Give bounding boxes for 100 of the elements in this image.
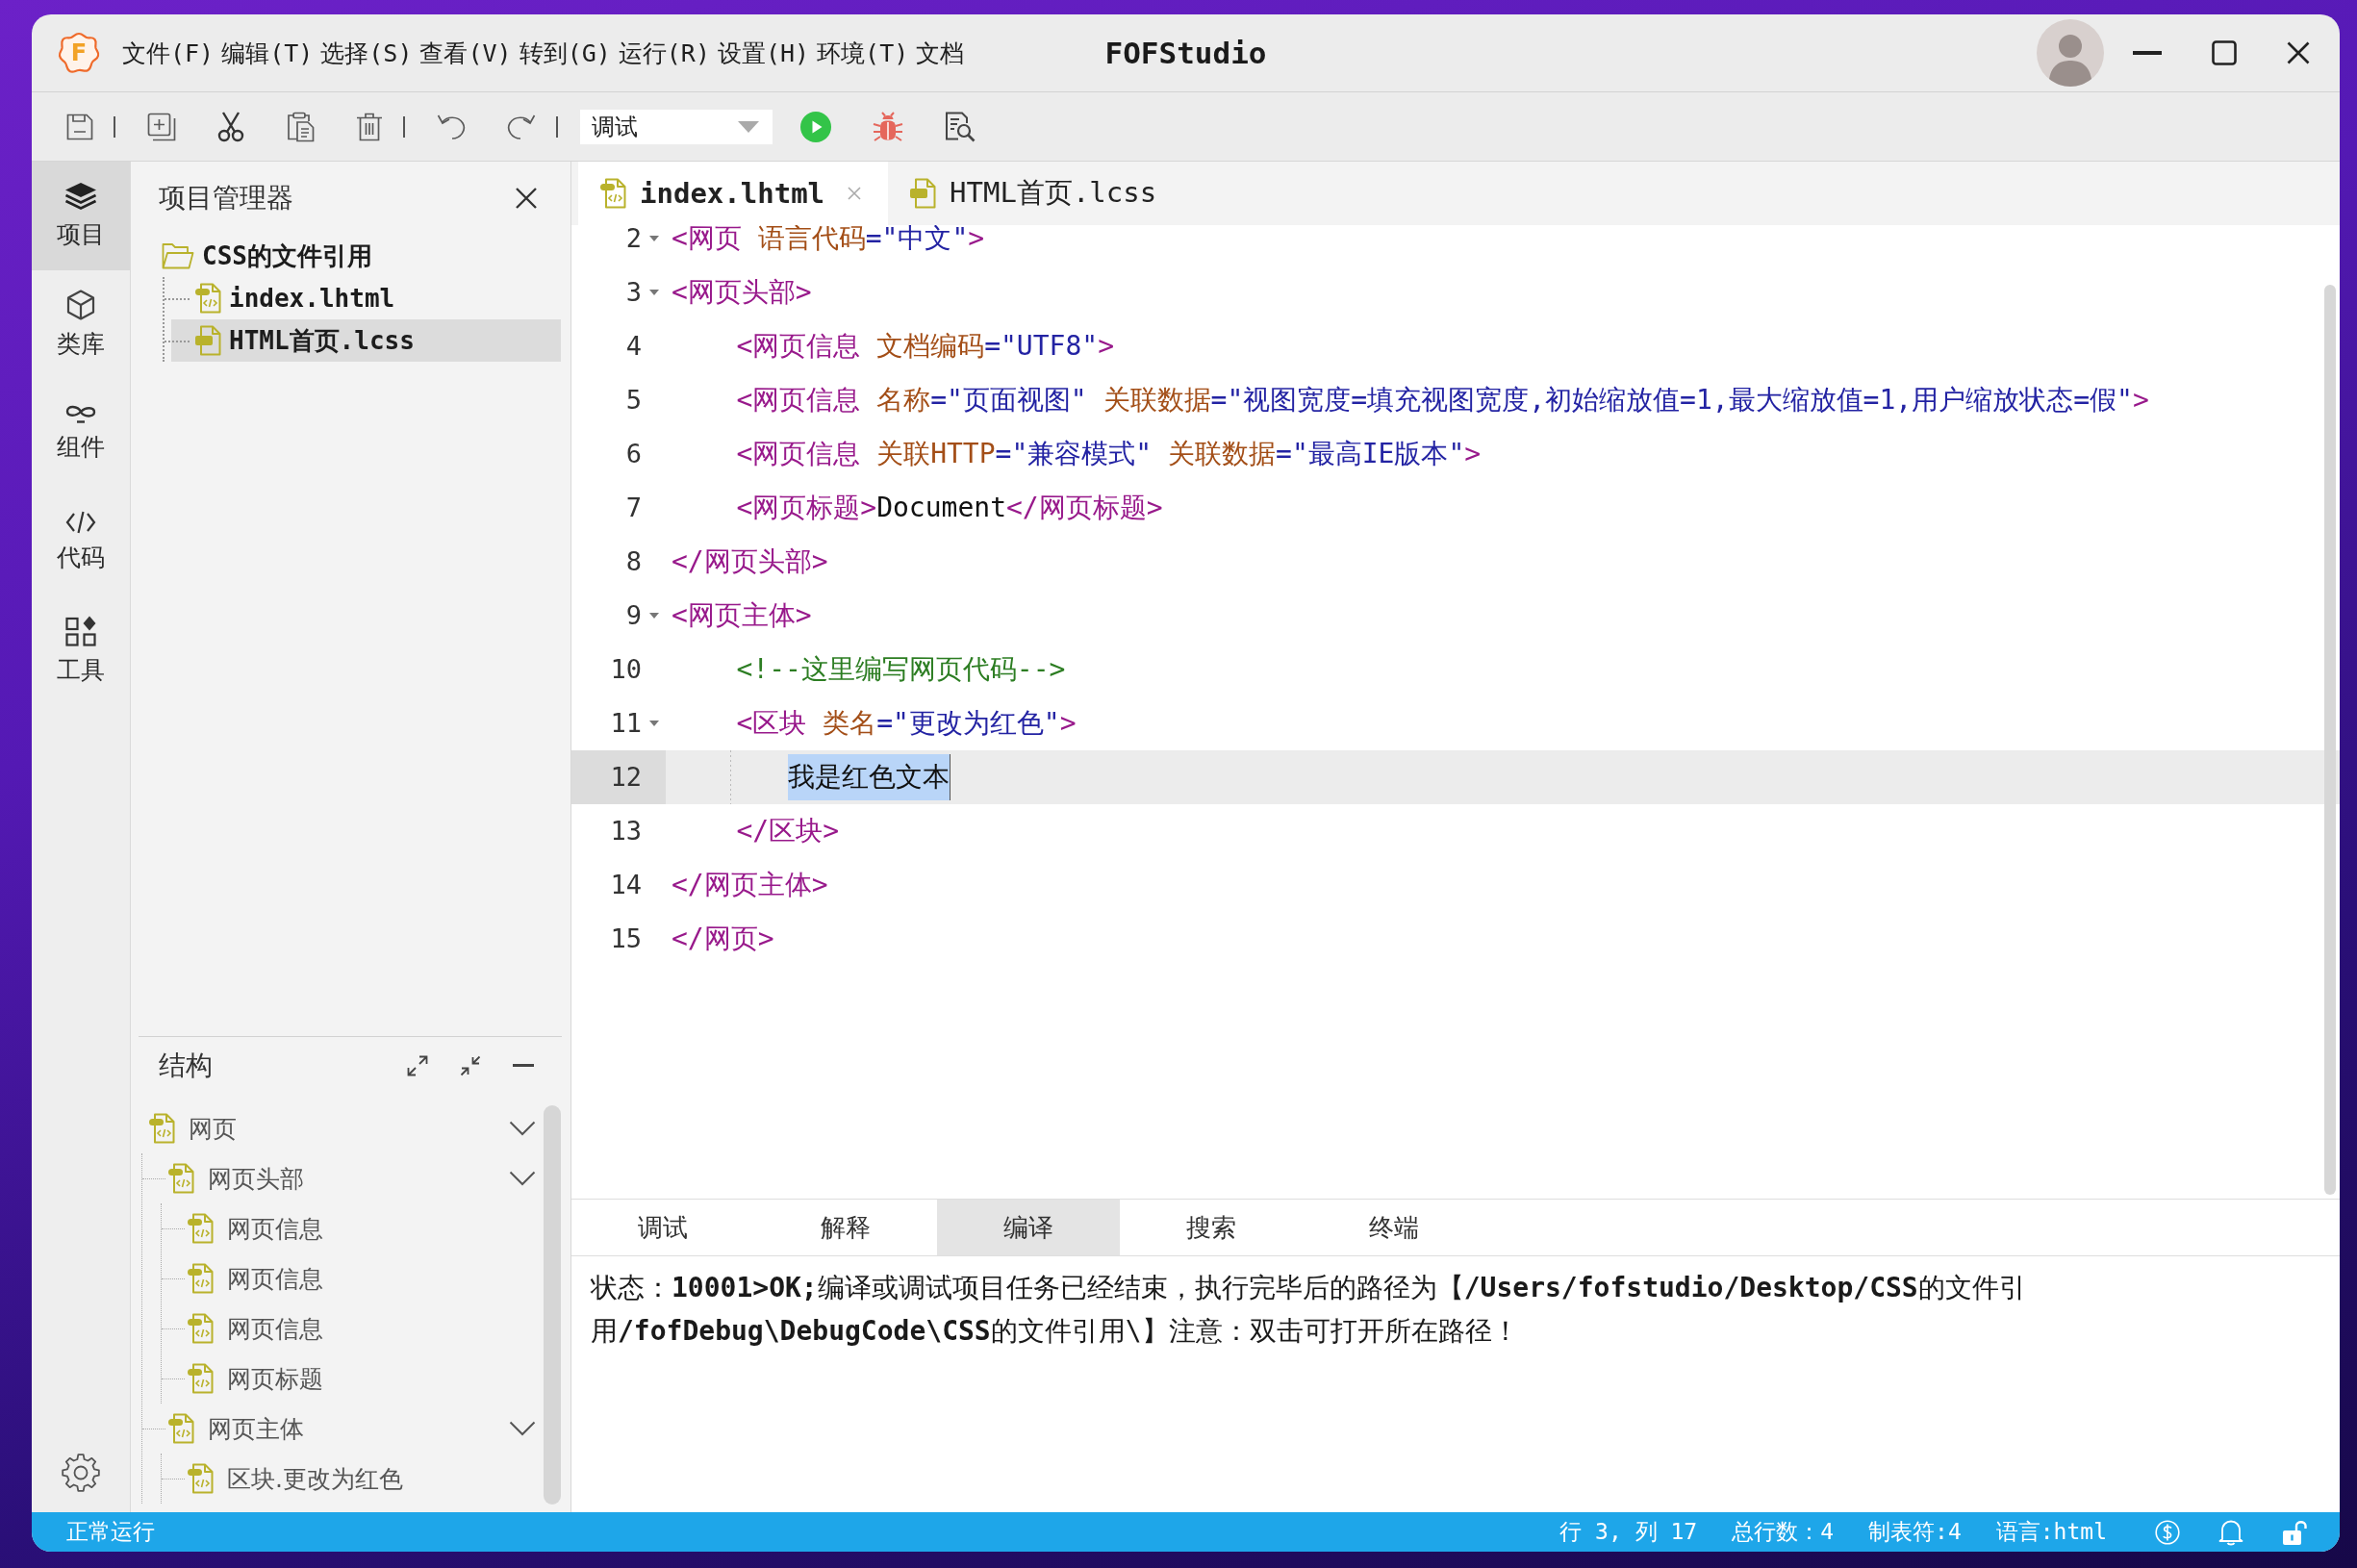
scissors-icon[interactable] [217, 111, 244, 142]
run-mode-dropdown[interactable]: 调试 [580, 109, 773, 144]
menu-item[interactable]: 文档 [916, 37, 965, 69]
menu-item[interactable]: 转到(G) [519, 37, 611, 69]
line-number: 7 [624, 492, 643, 524]
menu-item[interactable]: 环境(T) [817, 37, 909, 69]
caret-icon [738, 120, 759, 133]
code-file-icon [187, 1263, 214, 1294]
tree-item[interactable]: CSS的文件引用 [162, 235, 561, 277]
output-message: 状态：10001>OK;编译或调试项目任务已经结束，执行完毕后的路径为【/Users/fofstudio/Desktop/CSS的文件引用/fofDebug\DebugCode\CSS的文件引用\】注意：双击可打开所在路径！ [591, 1271, 2027, 1349]
editor-tab[interactable]: index.lhtml [578, 162, 889, 225]
code-file-icon [187, 1363, 214, 1394]
panel-title: 结构 [159, 1048, 213, 1083]
line-number: 11 [609, 707, 642, 740]
code-file-icon [187, 1463, 214, 1494]
line-number: 15 [609, 923, 643, 955]
scrollbar-thumb[interactable] [544, 1105, 561, 1505]
window-title: FOFStudio [1104, 36, 1267, 70]
line-number: 4 [624, 330, 643, 363]
chevron-down-icon[interactable] [509, 1171, 536, 1186]
sidebar-tab[interactable]: 组件 [32, 379, 130, 488]
code-line: <网页主体> [671, 598, 813, 633]
code-line: <网页头部> [671, 275, 813, 310]
menu-item[interactable]: 选择(S) [320, 37, 413, 69]
chevron-down-icon[interactable] [509, 1121, 536, 1136]
code-line: <网页 语言代码="中文"> [671, 225, 986, 256]
status-text: 语言:html [1995, 1518, 2107, 1546]
line-number: 9 [624, 599, 642, 632]
menu-item[interactable]: 编辑(T) [221, 37, 314, 69]
code-file-icon [187, 1213, 214, 1244]
sidebar-tab[interactable]: 类库 [32, 270, 130, 379]
avatar[interactable] [2037, 19, 2104, 87]
bell-icon[interactable] [2218, 1518, 2243, 1546]
menu-item[interactable]: 设置(H) [717, 37, 810, 69]
fold-arrow-icon[interactable] [648, 290, 659, 295]
layers-icon [64, 182, 97, 211]
line-number: 3 [624, 276, 642, 309]
panel-tab[interactable]: 调试 [571, 1200, 754, 1255]
line-number: 14 [609, 869, 643, 901]
close-icon[interactable] [2287, 41, 2310, 64]
save-icon[interactable] [66, 113, 93, 140]
close-icon[interactable] [516, 188, 537, 209]
code-file-icon [167, 1163, 194, 1194]
status-text: 总行数：4 [1732, 1518, 1835, 1546]
code-file-icon [187, 1313, 214, 1344]
unlock-icon[interactable] [2282, 1518, 2307, 1546]
menu-item[interactable]: 文件(F) [122, 37, 215, 69]
panel-tab[interactable]: 搜索 [1120, 1200, 1303, 1255]
fold-arrow-icon[interactable] [648, 236, 659, 241]
fold-arrow-icon[interactable] [648, 613, 659, 619]
sidebar-tab[interactable]: 项目 [32, 162, 130, 270]
chevron-down-icon[interactable] [509, 1421, 536, 1436]
status-text: 制表符:4 [1868, 1518, 1962, 1546]
line-number: 5 [624, 384, 643, 417]
settings-icon[interactable] [62, 1454, 100, 1492]
expand-icon[interactable] [407, 1054, 428, 1076]
tree-item[interactable]: 网页 [132, 1103, 536, 1153]
fold-arrow-icon[interactable] [648, 721, 659, 726]
undo-icon[interactable] [437, 113, 466, 140]
redo-icon[interactable] [507, 113, 536, 140]
code-line: </网页主体> [671, 868, 829, 902]
scrollbar-thumb[interactable] [2324, 285, 2336, 1195]
bug-icon[interactable] [873, 111, 903, 142]
panel-tab[interactable]: 终端 [1303, 1200, 1485, 1255]
code-file-icon [167, 1413, 194, 1444]
code-line: <网页信息 关联HTTP="兼容模式" 关联数据="最高IE版本"> [735, 437, 1483, 471]
menu-item[interactable]: 运行(R) [618, 37, 710, 69]
line-number: 10 [609, 653, 643, 686]
code-file-icon [148, 1113, 175, 1144]
line-number: 8 [624, 545, 643, 578]
trash-icon[interactable] [356, 112, 383, 141]
code-line: <!--这里编写网页代码--> [735, 652, 1067, 687]
code-file-icon [194, 283, 221, 314]
sidebar-tab[interactable]: 代码 [32, 488, 130, 596]
status-text: 行 3, 列 17 [1559, 1518, 1698, 1546]
code-line: <区块 类名="更改为红色"> [735, 706, 1077, 741]
line-number: 6 [624, 438, 643, 470]
code-line: <网页信息 名称="页面视图" 关联数据="视图宽度=填充视图宽度,初始缩放值=1,最大缩放值=1,用户缩放状态=假"> [735, 383, 2150, 417]
editor-tab[interactable]: HTML首页.lcss [888, 162, 1184, 225]
sidebar-tab[interactable]: 工具 [32, 596, 130, 705]
document-search-icon[interactable] [945, 111, 976, 142]
infinity-icon [65, 404, 96, 423]
add-copy-icon[interactable] [147, 112, 176, 141]
menu-item[interactable]: 查看(V) [419, 37, 512, 69]
clipboard-icon[interactable] [286, 111, 315, 142]
app-logo: F [58, 32, 100, 74]
line-number: 12 [571, 750, 666, 804]
panel-title: 项目管理器 [159, 181, 293, 215]
tools-grid-icon [65, 616, 96, 646]
code-line: </区块> [735, 814, 840, 848]
dollar-icon[interactable] [2155, 1519, 2180, 1545]
code-file-icon [599, 178, 626, 209]
panel-tab[interactable]: 编译 [937, 1200, 1120, 1255]
status-text: 正常运行 [66, 1518, 155, 1546]
panel-tab[interactable]: 解释 [754, 1200, 937, 1255]
cube-icon [66, 290, 95, 320]
code-line: </网页头部> [671, 544, 829, 579]
collapse-icon[interactable] [460, 1054, 481, 1076]
code-icon [65, 511, 96, 534]
maximize-icon[interactable] [2212, 40, 2237, 65]
